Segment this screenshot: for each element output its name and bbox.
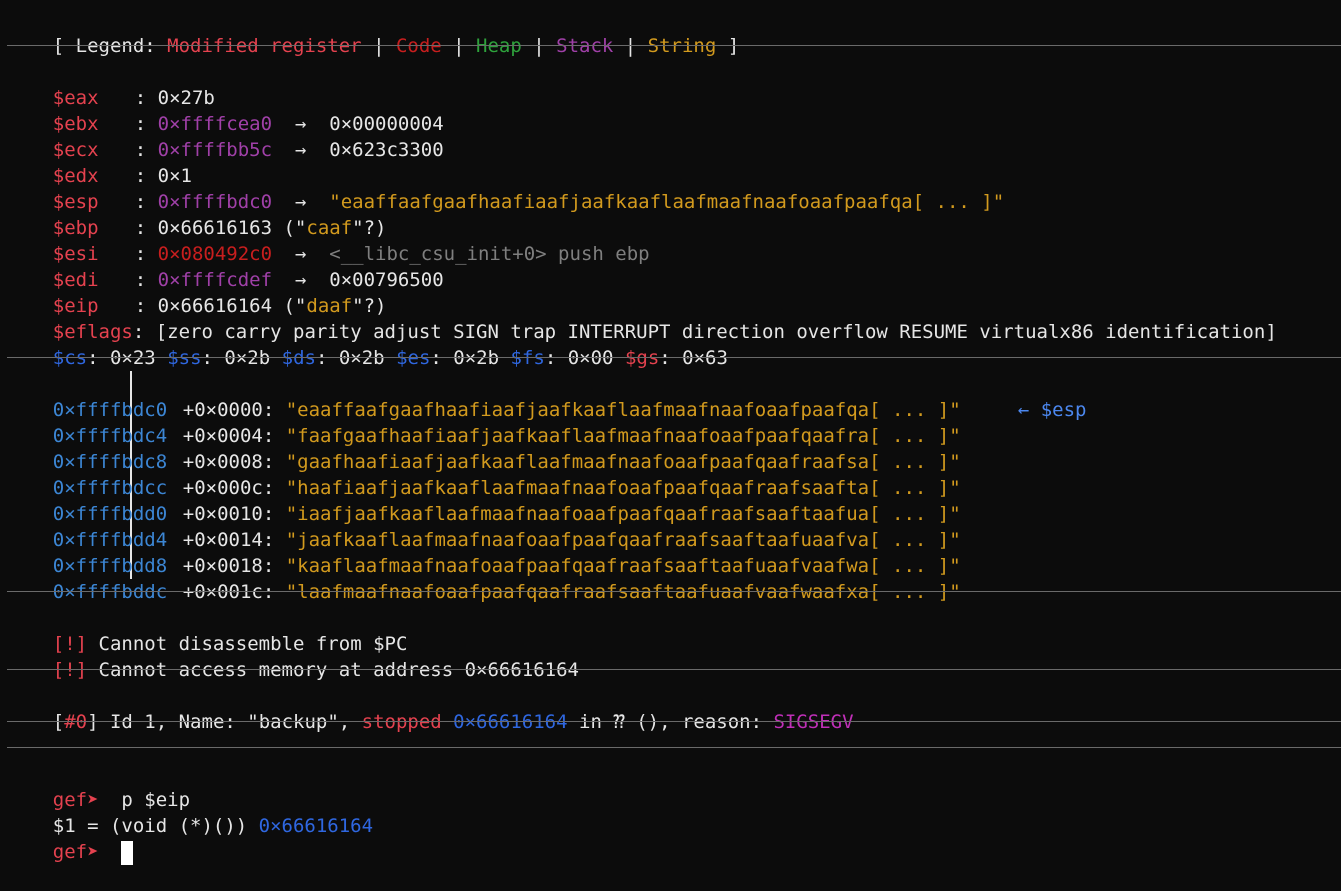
terminal-cursor[interactable] — [121, 840, 134, 865]
stack-row: 0×ffffbdd0 +0×0010: "iaafjaafkaaflaafmaaf… — [7, 475, 961, 525]
thread-address: 0×66616164 — [441, 711, 568, 733]
section-divider — [7, 747, 1341, 748]
segment-value: 0×23 — [109, 347, 156, 369]
stack-address: 0×ffffbddc — [52, 581, 168, 603]
error-line: [!] Cannot access memory at address 0×66… — [7, 631, 579, 681]
stack-row: 0×ffffbdd8 +0×0018: "kaaflaafmaafnaafoaaf… — [7, 527, 961, 577]
arrow-icon: → — [294, 139, 307, 161]
segment-value: 0×00 — [567, 347, 614, 369]
segment-name: $cs — [52, 347, 88, 369]
legend-sep: | — [613, 35, 648, 57]
gef-terminal[interactable]: [ Legend: Modified register | Code | Hea… — [0, 0, 1341, 865]
console-command-line: gef➤ p $eip — [7, 761, 190, 811]
thread-line: [#0] Id 1, Name: "backup", stopped 0×666… — [52, 711, 854, 733]
stack-row: 0×ffffbdc8 +0×0008: "gaafhaafiaafjaafkaaf… — [7, 423, 961, 473]
register-row-esi: $esi: 0×080492c0 → <__libc_csu_init+0> p… — [52, 243, 650, 265]
console-result-line: $1 = (void (*)()) 0×66616164 — [7, 787, 373, 837]
register-deref: "eaaffaafgaafhaafiaafjaafkaaflaafmaafnaa… — [329, 191, 1005, 213]
segment-name: $ss — [167, 347, 202, 369]
legend-sep: | — [361, 35, 396, 57]
section-divider — [7, 591, 1341, 592]
legend-stack: Stack — [556, 35, 614, 57]
stack-row: 0×ffffbdcc +0×000c: "haafiaafjaafkaaflaaf… — [7, 449, 961, 499]
legend-sep: | — [441, 35, 477, 57]
register-row-ecx: $ecx: 0×ffffbb5c → 0×623c3300 — [52, 139, 444, 161]
legend-code: Code — [395, 35, 442, 57]
register-row-edx: $edx: 0×1 — [52, 165, 192, 187]
stack-offset: +0×001c: — [182, 581, 275, 603]
thread-id: #0 — [64, 711, 88, 733]
segment-name: $es — [396, 347, 431, 369]
thread-reason: SIGSEGV — [773, 711, 854, 733]
stack-row: 0×ffffbddc +0×001c: "laafmaafnaafoaafpaaf… — [7, 553, 961, 603]
esp-marker: ← $esp — [1017, 399, 1087, 421]
register-row-ebp: $ebp: 0×66616163 ("caaf"?) — [52, 217, 387, 239]
legend-string: String — [647, 35, 717, 57]
error-tag: [!] — [52, 659, 88, 681]
stack-value: "laafmaafnaafoaafpaafqaafraafsaaftaafuaa… — [285, 581, 961, 603]
error-text: Cannot access memory at address 0×666161… — [87, 659, 579, 681]
segment-value: 0×2b — [453, 347, 500, 369]
console-input-line[interactable]: gef➤ — [7, 813, 134, 865]
legend-open: [ Legend: — [52, 35, 168, 57]
segment-name: $ds — [281, 347, 316, 369]
register-row-edi: $edi: 0×ffffcdef → 0×00796500 — [52, 269, 444, 291]
legend-close: ] — [716, 35, 740, 57]
legend-modified-register: Modified register — [167, 35, 362, 57]
segment-name: $fs — [510, 347, 545, 369]
register-row-ebx: $ebx: 0×ffffcea0 → 0×00000004 — [52, 113, 444, 135]
segment-registers: $cs: 0×23 $ss: 0×2b $ds: 0×2b $es: 0×2b … — [52, 347, 728, 369]
segment-value: 0×63 — [682, 347, 728, 369]
register-row-eip: $eip: 0×66616164 ("daaf"?) — [52, 295, 387, 317]
register-deref: 0×623c3300 — [329, 139, 444, 161]
register-row-esp: $esp: 0×ffffbdc0 → "eaaffaafgaafhaafiaaf… — [52, 191, 1005, 213]
section-divider — [7, 357, 1341, 358]
result-value: 0×66616164 — [258, 815, 374, 837]
register-row-eflags: $eflags: [zero carry parity adjust SIGN … — [52, 321, 1277, 343]
segment-value: 0×2b — [338, 347, 385, 369]
legend-sep: | — [521, 35, 557, 57]
legend-heap: Heap — [476, 35, 522, 57]
stack-row: 0×ffffbdc0 +0×0000: "eaaffaafgaafhaafiaaf… — [7, 371, 1087, 421]
section-divider — [7, 669, 1341, 670]
error-line: [!] Cannot disassemble from $PC — [7, 605, 408, 655]
stack-row: 0×ffffbdd4 +0×0014: "jaafkaaflaafmaafnaaf… — [7, 501, 961, 551]
thread-status: stopped — [361, 711, 442, 733]
register-row-eax: $eax: 0×27b — [52, 87, 215, 109]
gef-prompt: gef➤ — [52, 841, 99, 863]
legend-line: [ Legend: Modified register | Code | Hea… — [7, 7, 739, 57]
segment-name: $gs — [624, 347, 660, 369]
section-divider — [7, 721, 1341, 722]
section-divider — [7, 45, 1341, 46]
segment-value: 0×2b — [224, 347, 271, 369]
stack-row: 0×ffffbdc4 +0×0004: "faafgaafhaafiaafjaaf… — [7, 397, 961, 447]
